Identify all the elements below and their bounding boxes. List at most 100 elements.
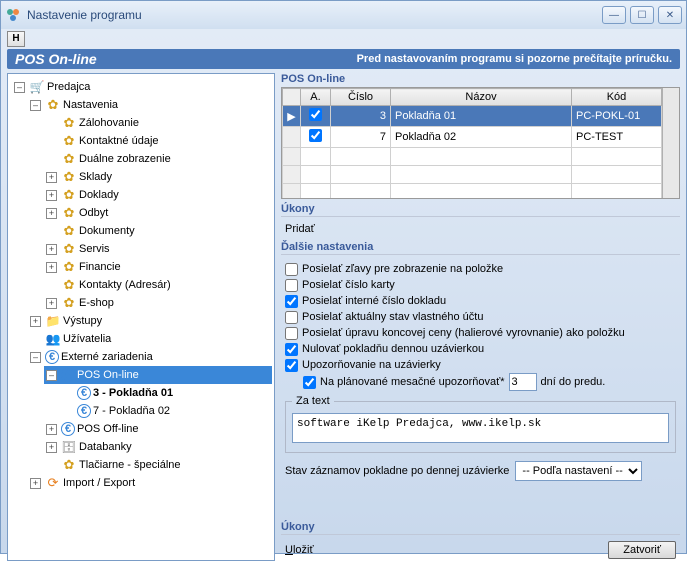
tree-eshop[interactable]: +✿E-shop bbox=[44, 294, 272, 312]
pos-grid[interactable]: A. Číslo Názov Kód ▶ bbox=[281, 87, 680, 199]
tree-label: Financie bbox=[79, 258, 121, 276]
pridat-link[interactable]: Pridať bbox=[285, 223, 315, 235]
col-a[interactable]: A. bbox=[301, 89, 331, 106]
tree-panel: – 🛒 Predajca – ✿ Nastavenia bbox=[7, 73, 275, 561]
tree-kontakty[interactable]: ✿Kontakty (Adresár) bbox=[44, 276, 272, 294]
tree-label: Kontakty (Adresár) bbox=[79, 276, 171, 294]
folder-icon: 📁 bbox=[45, 313, 61, 329]
tree-databank[interactable]: +🗄Databanky bbox=[44, 438, 272, 456]
tree-servis[interactable]: +✿Servis bbox=[44, 240, 272, 258]
tree-vystupy[interactable]: + 📁Výstupy bbox=[28, 312, 272, 330]
tree-nastavenia[interactable]: – ✿ Nastavenia bbox=[28, 96, 272, 114]
tree-label: Kontaktné údaje bbox=[79, 132, 159, 150]
tree-financie[interactable]: +✿Financie bbox=[44, 258, 272, 276]
expand-icon[interactable]: + bbox=[46, 244, 57, 255]
people-icon: 👥 bbox=[45, 331, 61, 347]
gear-icon: ✿ bbox=[61, 205, 77, 221]
tree-root-predajca[interactable]: – 🛒 Predajca bbox=[12, 78, 272, 96]
app-icon bbox=[5, 7, 21, 23]
chk-label: Posielať zľavy pre zobrazenie na položke bbox=[302, 261, 503, 277]
collapse-icon[interactable]: – bbox=[30, 100, 41, 111]
tree-kontaktne[interactable]: ✿Kontaktné údaje bbox=[44, 132, 272, 150]
tree-import[interactable]: +⟳Import / Export bbox=[28, 474, 272, 492]
chk-stav-uctu[interactable] bbox=[285, 311, 298, 324]
chk-label: Na plánované mesačné upozorňovať* bbox=[320, 374, 505, 390]
dni-spinner[interactable] bbox=[509, 373, 537, 391]
tree-pos-online[interactable]: –€POS On-line bbox=[44, 366, 272, 384]
header-hint: Pred nastavovaním programu si pozorne pr… bbox=[357, 53, 672, 65]
chk-karty[interactable] bbox=[285, 279, 298, 292]
chk-interne[interactable] bbox=[285, 295, 298, 308]
tree-dualne[interactable]: ✿Duálne zobrazenie bbox=[44, 150, 272, 168]
expand-icon[interactable]: + bbox=[46, 298, 57, 309]
tree-label: Zálohovanie bbox=[79, 114, 139, 132]
stav-label: Stav záznamov pokladne po dennej uzávier… bbox=[285, 465, 509, 477]
expand-icon[interactable]: + bbox=[46, 172, 57, 183]
za-text-input[interactable]: software iKelp Predajca, www.ikelp.sk bbox=[292, 413, 669, 443]
chk-nulovat[interactable] bbox=[285, 343, 298, 356]
gear-icon: ✿ bbox=[61, 223, 77, 239]
tree-uzivatelia[interactable]: 👥Užívatelia bbox=[28, 330, 272, 348]
cell-cislo: 3 bbox=[331, 106, 391, 127]
vertical-scrollbar[interactable] bbox=[662, 88, 679, 198]
minimize-button[interactable]: — bbox=[602, 6, 626, 24]
cell-cislo: 7 bbox=[331, 127, 391, 148]
expand-icon[interactable]: + bbox=[46, 442, 57, 453]
tree-externe[interactable]: –€Externé zariadenia bbox=[28, 348, 272, 366]
tree-doklady[interactable]: +✿Doklady bbox=[44, 186, 272, 204]
table-row[interactable]: ▶ 3 Pokladňa 01 PC-POKL-01 bbox=[283, 106, 662, 127]
col-kod[interactable]: Kód bbox=[572, 89, 662, 106]
chk-label: Posielať číslo karty bbox=[302, 277, 395, 293]
dalsie-nastavenia-group: Ďalšie nastavenia Posielať zľavy pre zob… bbox=[281, 241, 680, 483]
group-title: Úkony bbox=[281, 521, 680, 535]
tree-pos-item-2[interactable]: €7 - Pokladňa 02 bbox=[60, 402, 272, 420]
collapse-icon[interactable]: – bbox=[14, 82, 25, 93]
expand-icon[interactable]: + bbox=[30, 316, 41, 327]
chk-zlavy[interactable] bbox=[285, 263, 298, 276]
expand-icon[interactable]: + bbox=[46, 208, 57, 219]
ukony-group-2: Úkony Uložiť Zatvoriť bbox=[281, 521, 680, 561]
tree-dokumenty[interactable]: ✿Dokumenty bbox=[44, 222, 272, 240]
tree-zalohovanie[interactable]: ✿Zálohovanie bbox=[44, 114, 272, 132]
tree-pos-item-1[interactable]: €3 - Pokladňa 01 bbox=[60, 384, 272, 402]
tree-label: 3 - Pokladňa 01 bbox=[93, 384, 173, 402]
chk-label: Posielať aktuálny stav vlastného účtu bbox=[302, 309, 483, 325]
expand-icon[interactable]: + bbox=[30, 478, 41, 489]
chk-koncova-cena[interactable] bbox=[285, 327, 298, 340]
tree-odbyt[interactable]: +✿Odbyt bbox=[44, 204, 272, 222]
help-button[interactable]: H bbox=[7, 31, 25, 47]
cell-kod: PC-TEST bbox=[572, 127, 662, 148]
expand-icon[interactable]: + bbox=[46, 424, 57, 435]
chk-label: Posielať úpravu koncovej ceny (halierové… bbox=[302, 325, 625, 341]
tree-pos-offline[interactable]: +€POS Off-line bbox=[44, 420, 272, 438]
collapse-icon[interactable]: – bbox=[46, 370, 57, 381]
cell-nazov: Pokladňa 02 bbox=[391, 127, 572, 148]
window-title: Nastavenie programu bbox=[27, 8, 602, 22]
row-marker: ▶ bbox=[283, 106, 301, 127]
ulozit-link[interactable]: Uložiť bbox=[285, 544, 314, 556]
collapse-icon[interactable]: – bbox=[30, 352, 41, 363]
expand-icon[interactable]: + bbox=[46, 190, 57, 201]
euro-icon: € bbox=[77, 404, 91, 418]
stav-combo[interactable]: -- Podľa nastavení -- bbox=[515, 461, 642, 481]
right-panel: POS On-line A. Číslo Názov bbox=[281, 73, 680, 561]
tree-label: Predajca bbox=[47, 78, 90, 96]
tree-tlaciarne[interactable]: ✿Tlačiarne - špeciálne bbox=[44, 456, 272, 474]
close-window-button[interactable]: ✕ bbox=[658, 6, 682, 24]
chk-upozornovanie[interactable] bbox=[285, 359, 298, 372]
tree-sklady[interactable]: +✿Sklady bbox=[44, 168, 272, 186]
table-row[interactable]: 7 Pokladňa 02 PC-TEST bbox=[283, 127, 662, 148]
expand-icon[interactable]: + bbox=[46, 262, 57, 273]
table-title: POS On-line bbox=[281, 73, 680, 85]
col-nazov[interactable]: Názov bbox=[391, 89, 572, 106]
maximize-button[interactable]: ☐ bbox=[630, 6, 654, 24]
chk-planovane[interactable] bbox=[303, 376, 316, 389]
cart-icon: 🛒 bbox=[29, 79, 45, 95]
suffix-label: dní do predu. bbox=[541, 374, 606, 390]
zatvorit-button[interactable]: Zatvoriť bbox=[608, 541, 676, 559]
col-cislo[interactable]: Číslo bbox=[331, 89, 391, 106]
row-active-checkbox[interactable] bbox=[309, 129, 322, 142]
tree-label: Servis bbox=[79, 240, 110, 258]
row-active-checkbox[interactable] bbox=[309, 108, 322, 121]
tree-label: Výstupy bbox=[63, 312, 102, 330]
